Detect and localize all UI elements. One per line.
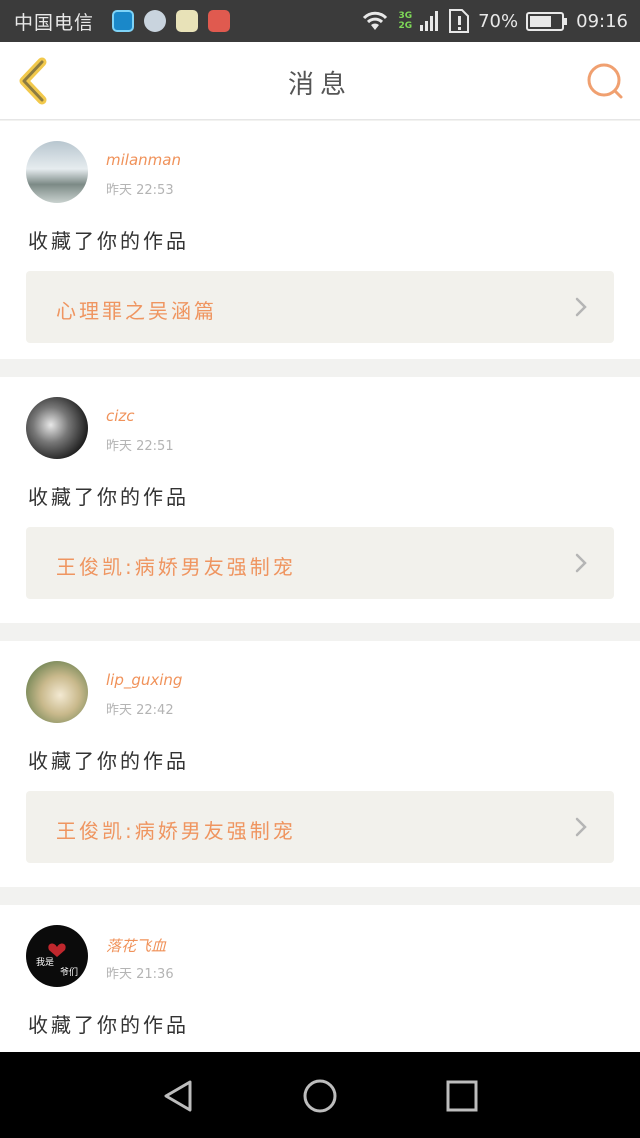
nav-bar: 消息 xyxy=(0,42,640,120)
battery-icon xyxy=(526,11,568,31)
message-card: lip_guxing 昨天 22:42 收藏了你的作品 王俊凯:病娇男友强制宠 xyxy=(0,641,640,887)
recent-apps-icon[interactable] xyxy=(442,1076,482,1116)
back-triangle-icon[interactable] xyxy=(158,1076,198,1116)
avatar[interactable] xyxy=(26,661,88,723)
sim-alert-icon xyxy=(449,9,470,33)
message-action: 收藏了你的作品 xyxy=(28,485,189,509)
work-link[interactable]: 王俊凯:病娇男友强制宠 xyxy=(26,527,614,599)
message-time: 昨天 22:42 xyxy=(106,703,174,718)
message-action: 收藏了你的作品 xyxy=(28,229,189,253)
username[interactable]: lip_guxing xyxy=(106,671,182,689)
username[interactable]: 落花飞血 xyxy=(106,935,166,956)
message-action: 收藏了你的作品 xyxy=(28,749,189,773)
system-nav-bar xyxy=(0,1052,640,1138)
message-feed[interactable]: milanman 昨天 22:53 收藏了你的作品 心理罪之吴涵篇 cizc 昨… xyxy=(0,121,640,1052)
wifi-icon xyxy=(363,11,388,30)
message-action: 收藏了你的作品 xyxy=(28,1013,189,1037)
chevron-right-icon xyxy=(575,553,587,573)
search-icon[interactable] xyxy=(584,60,626,102)
status-right: 3G 2G 70% 09:16 xyxy=(360,6,628,36)
svg-text:我是: 我是 xyxy=(36,957,54,968)
work-link[interactable]: 心理罪之吴涵篇 xyxy=(26,271,614,343)
app-notification-icon xyxy=(176,10,198,32)
page-title: 消息 xyxy=(287,70,352,100)
avatar-image: 我是 爷们 xyxy=(36,943,78,978)
clock: 09:16 xyxy=(576,10,628,32)
username[interactable]: cizc xyxy=(106,407,135,425)
app-notification-icon xyxy=(208,10,230,32)
carrier-label: 中国电信 xyxy=(14,12,95,34)
message-card: cizc 昨天 22:51 收藏了你的作品 王俊凯:病娇男友强制宠 xyxy=(0,377,640,623)
home-circle-icon[interactable] xyxy=(300,1076,340,1116)
message-time: 昨天 21:36 xyxy=(106,967,174,982)
chevron-right-icon xyxy=(575,297,587,317)
network-type: 3G 2G xyxy=(398,11,413,31)
app-notification-icon xyxy=(144,10,166,32)
message-time: 昨天 22:51 xyxy=(106,439,174,454)
work-link[interactable]: 王俊凯:病娇男友强制宠 xyxy=(26,791,614,863)
avatar[interactable] xyxy=(26,141,88,203)
username[interactable]: milanman xyxy=(106,151,181,169)
work-title: 王俊凯:病娇男友强制宠 xyxy=(56,555,296,579)
work-title: 王俊凯:病娇男友强制宠 xyxy=(56,819,296,843)
app-notification-icon xyxy=(112,10,134,32)
chevron-right-icon xyxy=(575,817,587,837)
status-bar: 中国电信 3G 2G 70% 09:16 xyxy=(0,0,640,42)
work-title: 心理罪之吴涵篇 xyxy=(56,299,217,323)
message-card: 我是 爷们 落花飞血 昨天 21:36 收藏了你的作品 xyxy=(0,905,640,1052)
signal-icon xyxy=(420,11,439,31)
message-card: milanman 昨天 22:53 收藏了你的作品 心理罪之吴涵篇 xyxy=(0,121,640,359)
svg-text:爷们: 爷们 xyxy=(60,966,78,978)
avatar[interactable] xyxy=(26,397,88,459)
avatar[interactable]: 我是 爷们 xyxy=(26,925,88,987)
battery-percent: 70% xyxy=(478,10,519,32)
message-time: 昨天 22:53 xyxy=(106,183,174,198)
